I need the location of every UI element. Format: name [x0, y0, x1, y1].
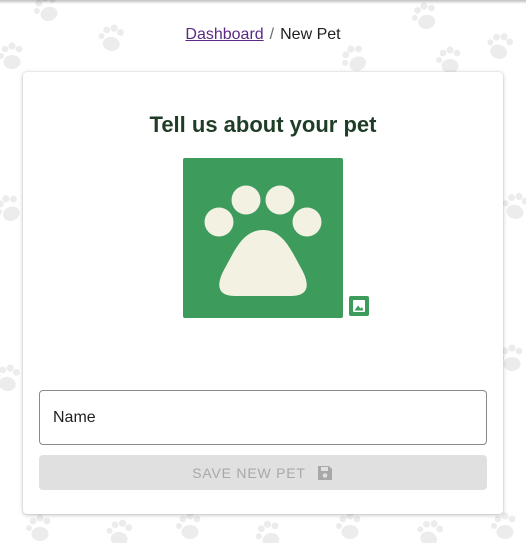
new-pet-card: Tell us about your pet SAVE NEW PET — [23, 72, 503, 514]
breadcrumb: Dashboard / New Pet — [0, 26, 526, 44]
app-bar-shadow — [0, 0, 526, 4]
pet-name-field[interactable] — [39, 390, 487, 445]
floppy-disk-icon — [317, 465, 332, 480]
pet-avatar — [183, 158, 343, 318]
save-button-label: SAVE NEW PET — [192, 464, 306, 481]
save-new-pet-button[interactable]: SAVE NEW PET — [39, 455, 487, 490]
page-title: Tell us about your pet — [149, 112, 377, 137]
upload-image-button[interactable] — [349, 296, 369, 316]
paw-icon — [204, 185, 322, 296]
breadcrumb-link-dashboard[interactable]: Dashboard — [185, 26, 263, 43]
breadcrumb-current-page: New Pet — [280, 26, 341, 43]
breadcrumb-separator: / — [269, 26, 275, 43]
image-icon — [353, 300, 365, 312]
